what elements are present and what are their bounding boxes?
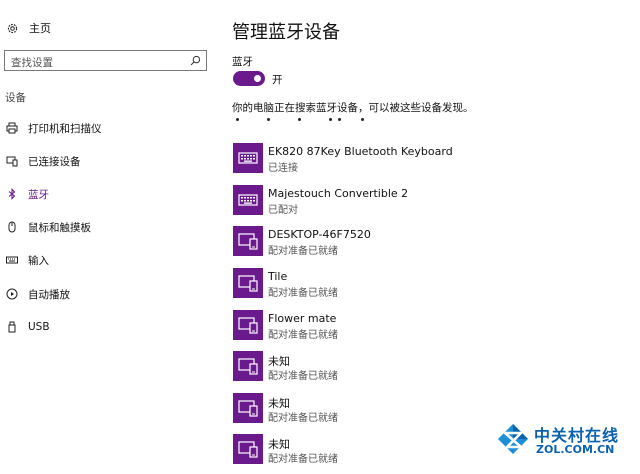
device-status: 配对准备已就绪: [268, 246, 338, 257]
device-status: 配对准备已就绪: [268, 330, 338, 341]
device-icon-tile: [233, 310, 263, 340]
sidebar-item-usb[interactable]: USB: [0, 316, 210, 338]
device-icon-tile: [233, 268, 263, 298]
sidebar-item-label: 已连接设备: [28, 155, 81, 168]
sidebar-item-label: 输入: [28, 254, 49, 267]
bluetooth-icon: [8, 188, 16, 200]
device-icon-tile: [233, 143, 263, 173]
zol-watermark: 中关村在线 ZOL.COM.CN: [496, 422, 626, 462]
device-icon: [238, 317, 258, 334]
sidebar-item-label: 打印机和扫描仪: [28, 122, 102, 135]
device-name: Majestouch Convertible 2: [268, 187, 409, 200]
sidebar-item-label: 自动播放: [28, 288, 70, 301]
device-status: 配对准备已就绪: [268, 454, 338, 465]
device-name: DESKTOP-46F7520: [268, 228, 371, 241]
device-item[interactable]: Majestouch Convertible 2 已配对: [232, 185, 612, 217]
sidebar-item-connected-devices[interactable]: 已连接设备: [0, 150, 210, 172]
usb-icon: [8, 321, 16, 333]
sidebar-item-label: USB: [28, 321, 50, 333]
device-icon: [238, 233, 258, 250]
discoverable-text: 你的电脑正在搜索蓝牙设备，可以被这些设备发现。: [232, 102, 474, 114]
zol-logo-icon: [498, 424, 528, 454]
device-icon-tile: [233, 185, 263, 215]
gear-icon: [7, 23, 18, 33]
sidebar-item-typing[interactable]: 输入: [0, 249, 210, 271]
progress-dots: [236, 114, 376, 126]
device-item[interactable]: DESKTOP-46F7520 配对准备已就绪: [232, 226, 612, 258]
main-panel: 管理蓝牙设备 蓝牙 开 你的电脑正在搜索蓝牙设备，可以被这些设备发现。 EK82…: [232, 0, 632, 474]
device-item[interactable]: EK820 87Key Bluetooth Keyboard 已连接: [232, 143, 612, 175]
device-status: 配对准备已就绪: [268, 413, 338, 424]
sidebar-item-mouse-touchpad[interactable]: 鼠标和触摸板: [0, 216, 210, 238]
keyboard-icon: [238, 152, 258, 164]
autoplay-icon: [6, 288, 18, 300]
page-title: 管理蓝牙设备: [232, 22, 340, 43]
device-name: Tile: [268, 270, 288, 283]
device-icon: [238, 441, 258, 458]
device-name: Flower mate: [268, 312, 337, 325]
device-item[interactable]: Flower mate 配对准备已就绪: [232, 310, 612, 342]
device-item[interactable]: 未知 配对准备已就绪: [232, 351, 612, 383]
toggle-state-label: 开: [272, 74, 283, 86]
device-item[interactable]: 未知 配对准备已就绪: [232, 393, 612, 425]
search-input[interactable]: [5, 53, 181, 73]
sidebar-item-printers[interactable]: 打印机和扫描仪: [0, 117, 210, 139]
device-icon-tile: [233, 226, 263, 256]
device-icon-tile: [233, 351, 263, 381]
bluetooth-toggle[interactable]: [233, 71, 265, 86]
device-icon-tile: [233, 393, 263, 423]
device-status: 已配对: [268, 205, 298, 216]
keyboard-icon: [238, 194, 258, 206]
printer-icon: [6, 122, 18, 134]
keyboard-icon: [6, 256, 18, 264]
sidebar: 主页 设备 打印机和扫描仪 已连接设备 蓝牙 鼠标和触摸板 输入 自动播放 US…: [0, 0, 215, 474]
device-status: 配对准备已就绪: [268, 288, 338, 299]
mouse-icon: [8, 221, 16, 233]
device-icon-tile: [233, 434, 263, 464]
sidebar-item-label: 蓝牙: [28, 188, 49, 201]
home-label: 主页: [29, 22, 51, 35]
device-icon: [238, 275, 258, 292]
connected-devices-icon: [6, 156, 18, 167]
search-icon[interactable]: [190, 55, 201, 66]
watermark-en: ZOL.COM.CN: [536, 443, 615, 456]
device-item[interactable]: Tile 配对准备已就绪: [232, 268, 612, 300]
sidebar-item-autoplay[interactable]: 自动播放: [0, 283, 210, 305]
section-title-devices: 设备: [5, 92, 26, 104]
search-box[interactable]: [4, 50, 207, 73]
sidebar-item-label: 鼠标和触摸板: [28, 221, 91, 234]
device-status: 已连接: [268, 163, 298, 174]
device-icon: [238, 400, 258, 417]
device-status: 配对准备已就绪: [268, 371, 338, 382]
toggle-knob: [254, 75, 261, 82]
sidebar-item-bluetooth[interactable]: 蓝牙: [0, 183, 210, 205]
bluetooth-label: 蓝牙: [232, 56, 253, 68]
device-name: EK820 87Key Bluetooth Keyboard: [268, 145, 453, 158]
home-link[interactable]: 主页: [6, 20, 51, 36]
device-icon: [238, 358, 258, 375]
